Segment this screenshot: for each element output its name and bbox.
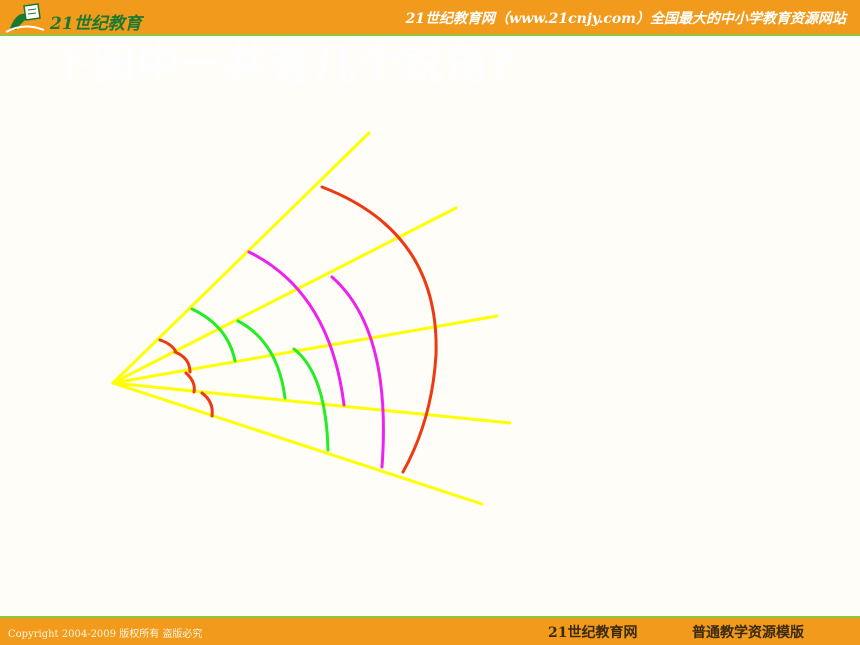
angle-figure <box>111 131 512 506</box>
angle-arc-green-1 <box>190 307 237 363</box>
ray-2 <box>111 206 458 385</box>
angle-arc-small-1 <box>158 338 178 354</box>
angle-arc-magenta-1 <box>247 250 346 407</box>
angle-arc-magenta-2 <box>330 275 385 469</box>
footer-template-label: 普通教学资源模版 <box>692 625 804 641</box>
footer-brand: 21世纪教育网 <box>548 625 638 641</box>
angle-arc-green-3 <box>292 347 330 452</box>
footer-bar: Copyright 2004-2009 版权所有 盗版必究 21世纪教育网 普通… <box>0 618 860 645</box>
copyright-text: Copyright 2004-2009 版权所有 盗版必究 <box>8 629 203 640</box>
slide-title: 下图中一共有几个锐角? <box>48 39 514 90</box>
